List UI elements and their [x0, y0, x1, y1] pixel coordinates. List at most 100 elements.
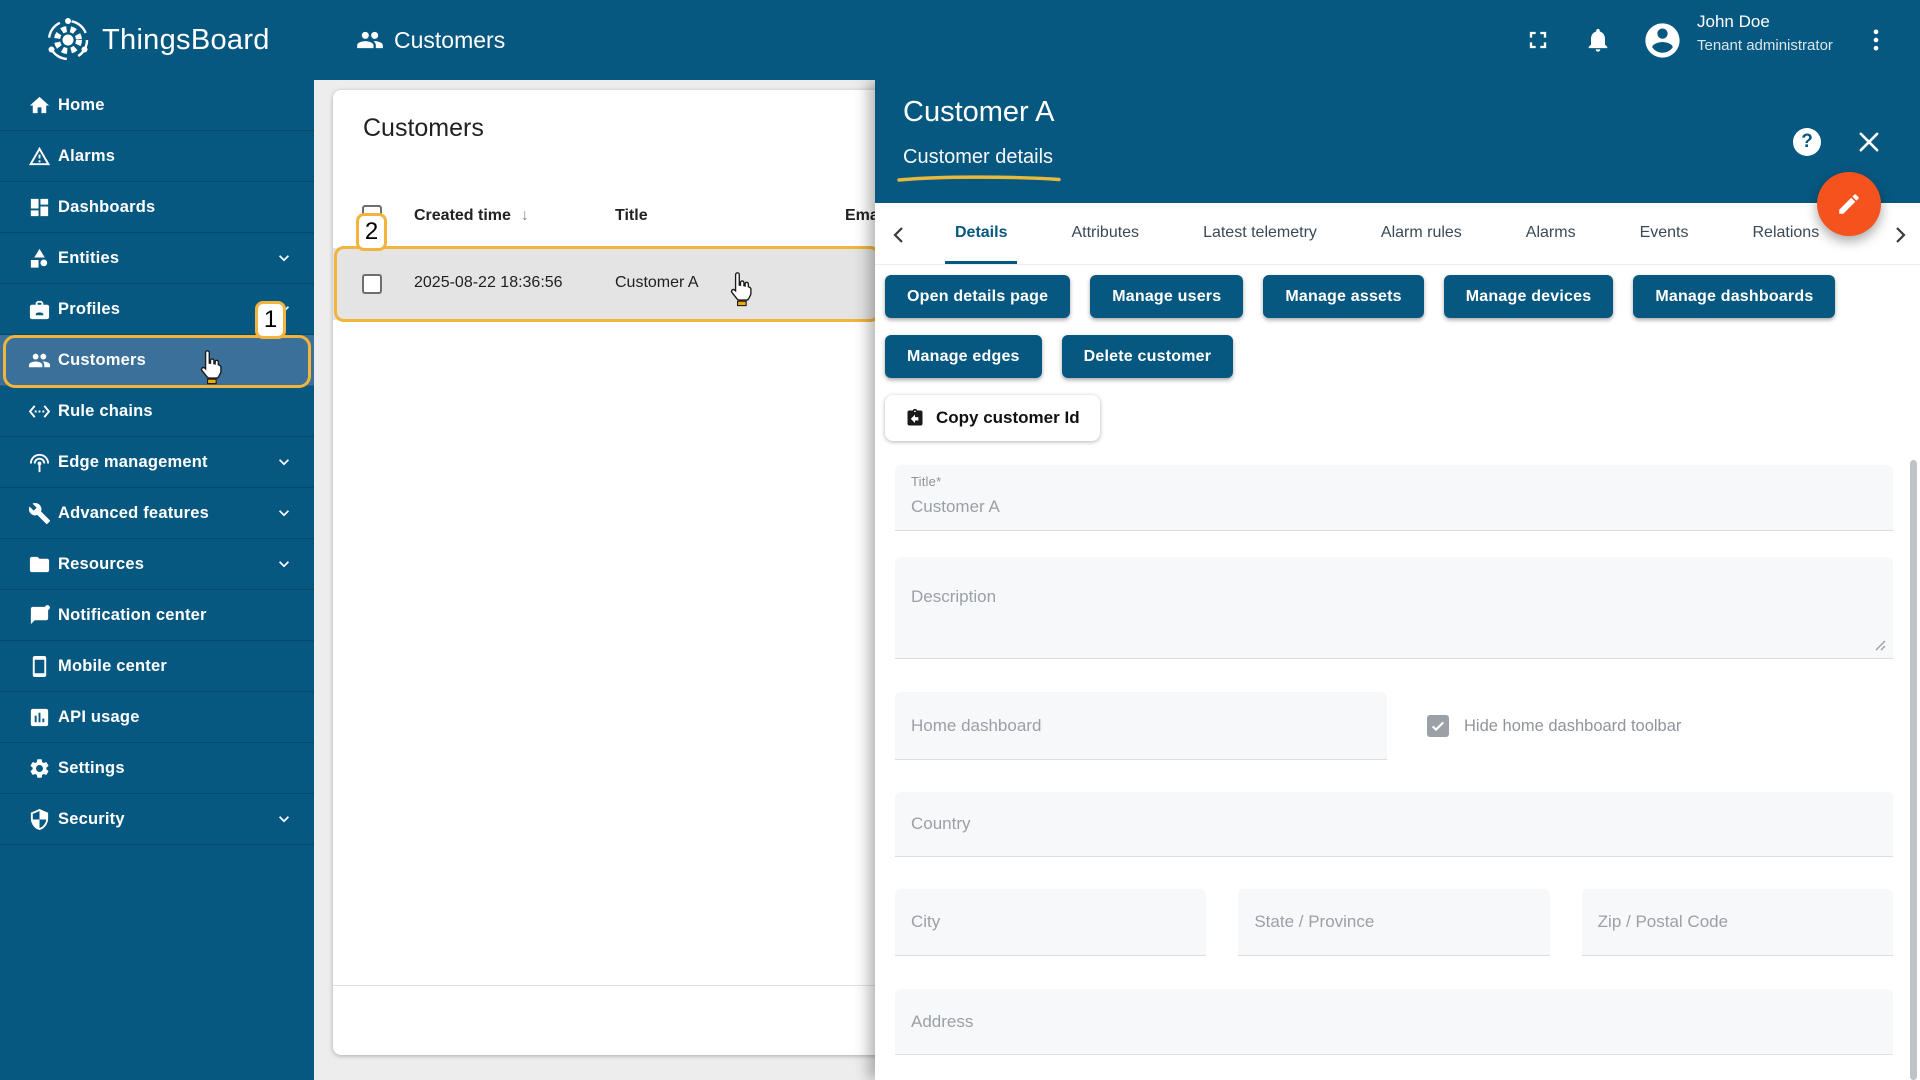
resize-handle-icon[interactable] — [1874, 639, 1886, 651]
column-header-created-time[interactable]: Created time ↓ — [414, 207, 529, 225]
zip-field — [1581, 889, 1893, 956]
user-role: Tenant administrator — [1697, 37, 1833, 54]
chevron-down-icon — [274, 554, 294, 574]
sidebar-item-profiles[interactable]: Profiles — [0, 284, 314, 335]
user-avatar[interactable] — [1642, 20, 1683, 61]
sidebar-item-label: Settings — [58, 758, 125, 777]
sidebar-item-label: Dashboards — [58, 197, 156, 216]
panel-title: Customer A — [903, 96, 1055, 128]
home-dashboard-input[interactable] — [895, 692, 1387, 759]
fullscreen-icon[interactable] — [1524, 26, 1552, 54]
manage-dashboards-button[interactable]: Manage dashboards — [1633, 275, 1836, 318]
chevron-down-icon — [274, 503, 294, 523]
checkbox-checked-icon[interactable] — [1427, 715, 1449, 737]
description-textarea[interactable] — [895, 557, 1893, 658]
customer-form: Title* Hide home dashboard toolbar — [875, 441, 1920, 1055]
chevron-down-icon — [274, 809, 294, 829]
chevron-down-icon — [274, 299, 294, 319]
sidebar-item-label: API usage — [58, 707, 140, 726]
state-field — [1238, 889, 1550, 956]
row-created-time: 2025-08-22 18:36:56 — [414, 274, 563, 291]
more-vert-icon[interactable] — [1862, 26, 1890, 54]
sidebar-item-mobile-center[interactable]: Mobile center — [0, 641, 314, 692]
sidebar-item-label: Security — [58, 809, 125, 828]
sidebar-item-label: Customers — [58, 350, 146, 369]
hide-toolbar-checkbox-group[interactable]: Hide home dashboard toolbar — [1427, 715, 1681, 737]
sidebar-item-settings[interactable]: Settings — [0, 743, 314, 794]
mobile-icon — [28, 655, 51, 678]
sidebar-item-notification-center[interactable]: Notification center — [0, 590, 314, 641]
entities-icon — [28, 247, 51, 270]
chevron-down-icon — [274, 248, 294, 268]
sort-desc-icon[interactable]: ↓ — [521, 207, 529, 224]
customers-breadcrumb-icon — [356, 26, 384, 54]
customers-icon — [28, 349, 51, 372]
title-label: Title* — [911, 474, 942, 489]
app-logo-text: ThingsBoard — [102, 24, 270, 56]
api-usage-icon — [28, 706, 51, 729]
sidebar-item-security[interactable]: Security — [0, 794, 314, 845]
sidebar-item-home[interactable]: Home — [0, 80, 314, 131]
sidebar-item-label: Advanced features — [58, 503, 210, 522]
advanced-features-icon — [28, 502, 51, 525]
sidebar-item-label: Edge management — [58, 452, 208, 471]
title-input[interactable] — [911, 491, 1877, 523]
sidebar-item-api-usage[interactable]: API usage — [0, 692, 314, 743]
home-icon — [28, 94, 51, 117]
sidebar-item-dashboards[interactable]: Dashboards — [0, 182, 314, 233]
address-input[interactable] — [895, 989, 1893, 1054]
sidebar-item-entities[interactable]: Entities — [0, 233, 314, 284]
edit-pencil-fab[interactable] — [1817, 172, 1881, 236]
help-icon[interactable]: ? — [1793, 128, 1821, 156]
sidebar-item-label: Rule chains — [58, 401, 153, 420]
tab-attributes[interactable]: Attributes — [1039, 203, 1171, 264]
sidebar-item-alarms[interactable]: Alarms — [0, 131, 314, 182]
select-all-checkbox[interactable] — [362, 205, 382, 225]
manage-edges-button[interactable]: Manage edges — [885, 335, 1042, 378]
sidebar-item-label: Mobile center — [58, 656, 167, 675]
settings-icon — [28, 757, 51, 780]
home-dashboard-field — [895, 692, 1387, 760]
city-input[interactable] — [895, 889, 1207, 955]
resources-icon — [28, 553, 51, 576]
panel-scrollbar[interactable] — [1910, 460, 1917, 1080]
sidebar-item-rule-chains[interactable]: Rule chains — [0, 386, 314, 437]
action-buttons: Open details page Manage users Manage asse… — [875, 265, 1920, 378]
manage-users-button[interactable]: Manage users — [1090, 275, 1244, 318]
copy-customer-id-button[interactable]: Copy customer Id — [885, 395, 1100, 441]
tab-alarms[interactable]: Alarms — [1494, 203, 1608, 264]
column-header-title[interactable]: Title — [615, 207, 648, 225]
state-input[interactable] — [1238, 889, 1550, 955]
sidebar-item-label: Notification center — [58, 605, 207, 624]
security-icon — [28, 808, 51, 831]
customer-details-panel: Customer A Customer details ? Details Att… — [875, 80, 1920, 1080]
tab-latest-telemetry[interactable]: Latest telemetry — [1171, 203, 1349, 264]
tab-events[interactable]: Events — [1608, 203, 1721, 264]
panel-content: Open details page Manage users Manage asse… — [875, 265, 1920, 1080]
sidebar-item-advanced-features[interactable]: Advanced features — [0, 488, 314, 539]
sidebar-item-customers[interactable]: Customers — [0, 335, 314, 386]
sidebar-item-label: Alarms — [58, 146, 116, 165]
manage-devices-button[interactable]: Manage devices — [1443, 275, 1614, 318]
tab-details[interactable]: Details — [923, 203, 1039, 264]
hide-toolbar-label: Hide home dashboard toolbar — [1464, 716, 1682, 735]
row-checkbox[interactable] — [362, 274, 382, 294]
rule-chains-icon — [28, 400, 51, 423]
tab-alarm-rules[interactable]: Alarm rules — [1349, 203, 1494, 264]
annotation-underline — [897, 175, 1061, 182]
zip-input[interactable] — [1581, 889, 1893, 955]
open-details-page-button[interactable]: Open details page — [885, 275, 1071, 318]
tabs-scroll-right-icon[interactable] — [1888, 223, 1912, 247]
tabs-scroll-left-icon[interactable] — [887, 223, 911, 247]
manage-assets-button[interactable]: Manage assets — [1263, 275, 1424, 318]
city-field — [895, 889, 1207, 956]
sidebar-item-edge-management[interactable]: Edge management — [0, 437, 314, 488]
close-icon[interactable] — [1855, 128, 1883, 156]
notifications-bell-icon[interactable] — [1584, 26, 1612, 54]
delete-customer-button[interactable]: Delete customer — [1061, 335, 1234, 378]
sidebar-item-resources[interactable]: Resources — [0, 539, 314, 590]
edge-management-icon — [28, 451, 51, 474]
title-field: Title* — [895, 465, 1893, 531]
description-field — [895, 557, 1893, 659]
country-input[interactable] — [895, 792, 1893, 856]
